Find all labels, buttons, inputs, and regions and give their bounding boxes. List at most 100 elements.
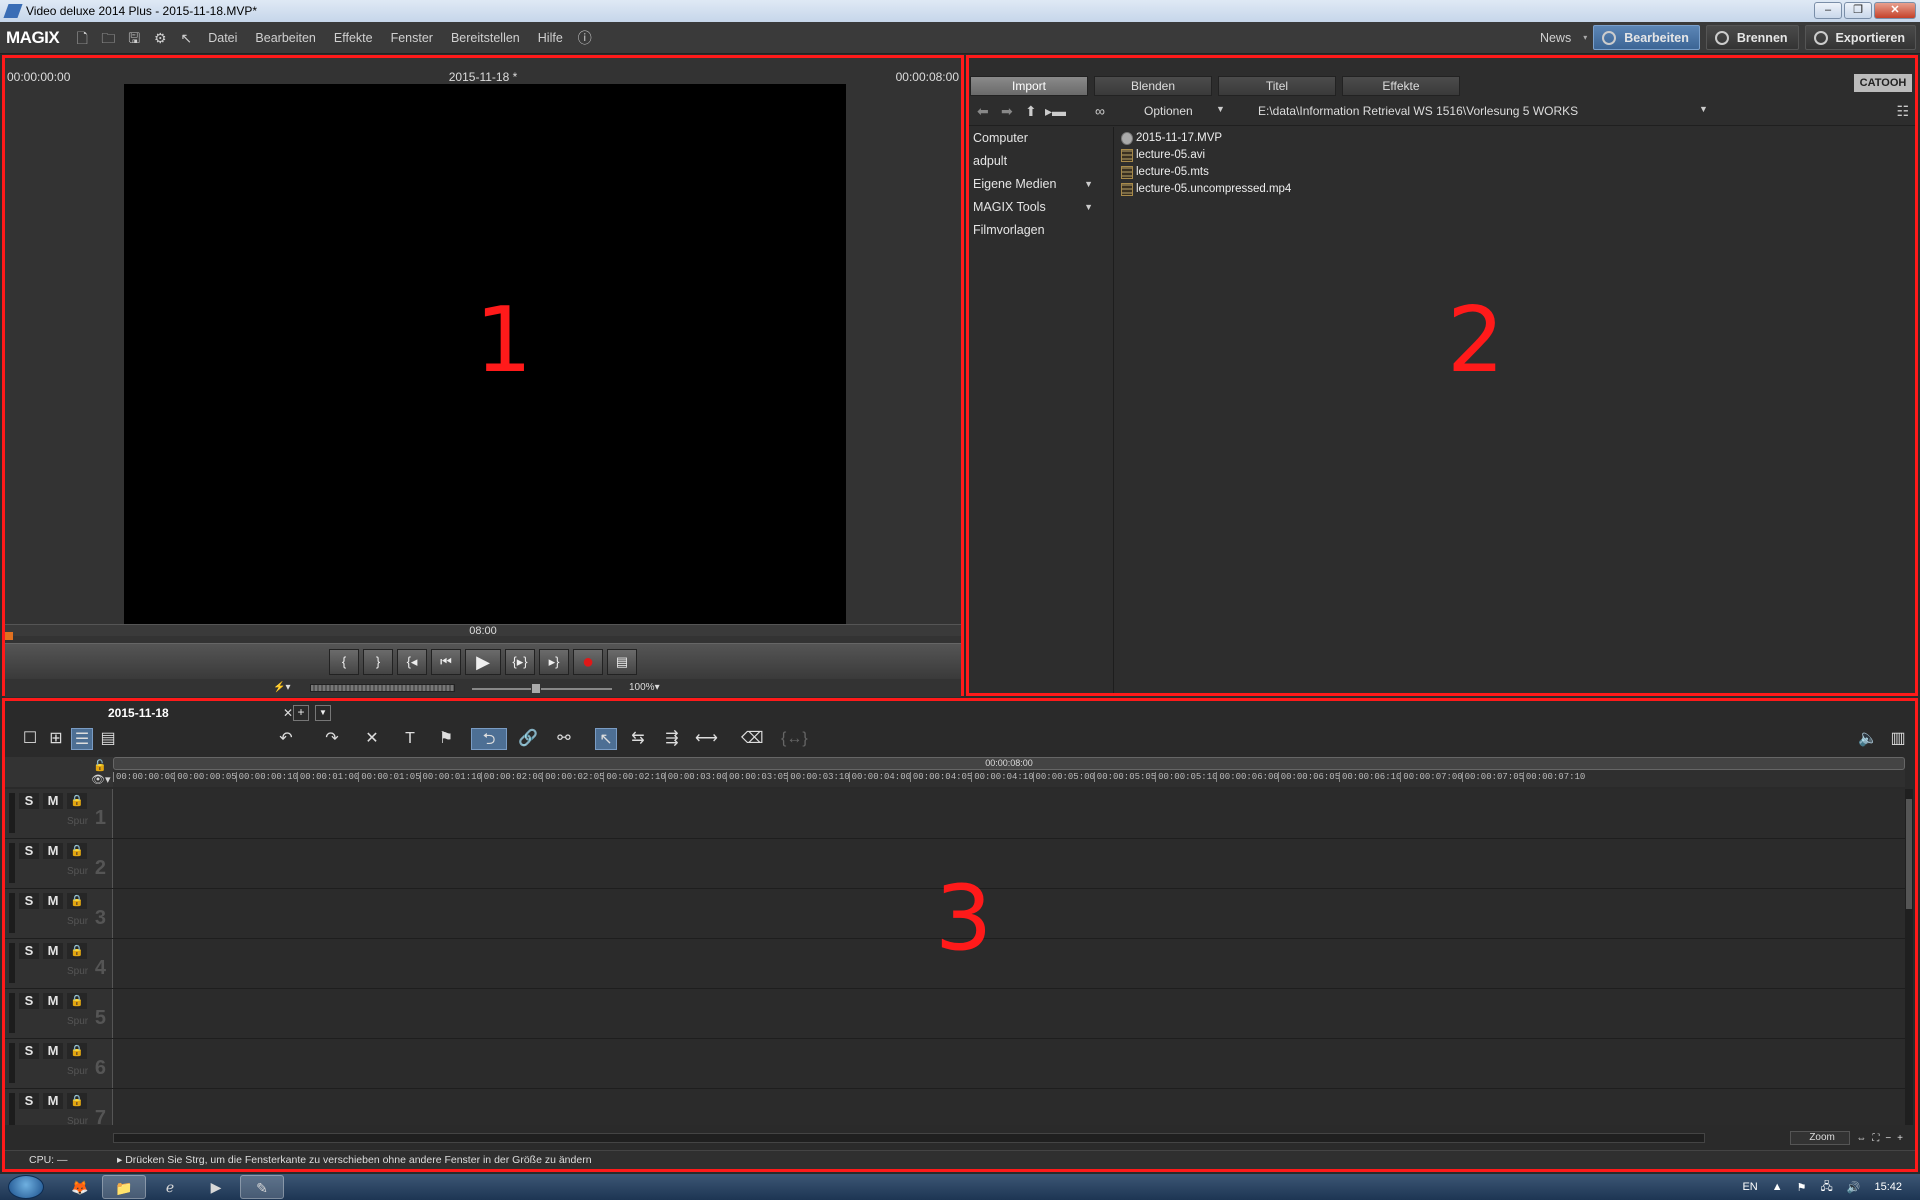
lock-icon[interactable]: 🔒 [67,993,87,1009]
redo-icon[interactable]: ↷ [321,728,343,750]
track-header[interactable]: S M 🔒 Spur 3 [5,889,113,938]
fit-width-icon[interactable]: ⇔ [1856,1133,1866,1144]
forward-arrow-icon[interactable]: ➡ [1001,103,1013,120]
mute-button[interactable]: M [43,843,63,859]
language-indicator[interactable]: EN [1742,1181,1757,1193]
mute-button[interactable]: M [43,793,63,809]
path-dropdown-icon[interactable]: ▼ [1699,104,1708,114]
mode-bearbeiten-button[interactable]: Bearbeiten [1593,25,1700,50]
trim-mode-icon[interactable]: ⇆ [627,728,649,750]
scroll-thumb[interactable] [1906,799,1912,909]
mode-brennen-button[interactable]: Brennen [1705,25,1799,50]
news-dropdown-icon[interactable]: ▾ [1583,33,1587,42]
magix-app-icon[interactable]: ✎ [240,1175,284,1199]
clock[interactable]: 15:42 [1874,1181,1902,1193]
solo-button[interactable]: S [19,793,39,809]
mute-button[interactable]: M [43,993,63,1009]
track-lane[interactable] [113,1039,1905,1088]
zoom-slider-thumb[interactable] [531,683,541,694]
expand-arrow-icon[interactable]: ▼ [1084,173,1093,196]
list-item[interactable]: lecture-05.mts [1119,164,1915,181]
tab-titel[interactable]: Titel [1218,76,1336,96]
playback-mode-icon[interactable]: ⚡▾ [273,682,290,693]
expand-arrow-icon[interactable]: ▼ [1084,196,1093,219]
mute-button[interactable]: M [43,943,63,959]
multitrim-icon[interactable]: ⇶ [661,728,683,750]
eraser-icon[interactable]: ⌫ [741,728,764,750]
info-icon[interactable]: ⓘ [576,29,594,47]
maximize-button[interactable]: ❐ [1844,2,1872,19]
tab-menu-icon[interactable]: ▼ [315,705,331,721]
single-view-icon[interactable]: ☐ [19,728,41,750]
fit-all-icon[interactable]: ⛶ [1872,1133,1879,1144]
solo-button[interactable]: S [19,993,39,1009]
track-lane[interactable] [113,939,1905,988]
zoom-slider[interactable] [472,688,612,690]
lock-icon[interactable]: 🔒 [67,1093,87,1109]
record-button[interactable]: ● [573,649,603,675]
new-file-icon[interactable]: 🗋 [73,29,91,47]
binoculars-icon[interactable]: ∞ [1095,103,1105,119]
start-button[interactable] [8,1175,44,1199]
zoom-value[interactable]: 100%▾ [629,682,660,693]
volume-meter[interactable] [310,684,455,692]
track-header[interactable]: S M 🔒 Spur 7 [5,1089,113,1125]
zoom-dropdown[interactable]: Zoom [1790,1131,1851,1145]
track-lane[interactable] [113,839,1905,888]
tray-expand-icon[interactable]: ▲ [1772,1181,1783,1193]
solo-button[interactable]: S [19,943,39,959]
tab-import[interactable]: Import [970,76,1088,96]
lock-icon[interactable]: 🔒 [67,793,87,809]
close-tab-icon[interactable]: ✕ [283,703,293,723]
list-item[interactable]: 2015-11-17.MVP [1119,130,1915,147]
scene-overview-icon[interactable]: ▤ [97,728,119,750]
eye-icon[interactable]: 👁▾ [91,773,111,786]
track-header[interactable]: S M 🔒 Spur 5 [5,989,113,1038]
news-link[interactable]: News [1534,31,1577,45]
text-icon[interactable]: T [399,728,421,750]
add-tab-button[interactable]: + [293,705,309,721]
track-header[interactable]: S M 🔒 Spur 4 [5,939,113,988]
back-arrow-icon[interactable]: ⬅ [977,103,989,120]
media-player-icon[interactable]: ▶ [194,1175,238,1199]
timeline-view-icon[interactable]: ☰ [71,728,93,750]
go-to-in-button[interactable]: {◂ [397,649,427,675]
link-icon[interactable]: 🔗 [517,728,539,750]
range-icon[interactable]: {↔} [781,728,808,750]
go-to-start-button[interactable]: ⏮ [431,649,461,675]
mute-button[interactable]: M [43,893,63,909]
menu-hilfe[interactable]: Hilfe [529,31,572,45]
horizontal-scrollbar[interactable] [113,1133,1705,1143]
lock-icon[interactable]: 🔒 [67,943,87,959]
mode-exportieren-button[interactable]: Exportieren [1804,25,1916,50]
volume-icon[interactable]: 🔊 [1847,1181,1861,1194]
up-folder-icon[interactable]: ⬆ [1025,103,1037,120]
mixer-icon[interactable]: ▥ [1887,728,1909,750]
tree-item-computer[interactable]: Computer [969,127,1113,150]
mute-button[interactable]: M [43,1093,63,1109]
folder-icon[interactable]: ▸▬ [1045,103,1066,120]
menu-fenster[interactable]: Fenster [382,31,442,45]
ie-icon[interactable]: ℯ [148,1175,192,1199]
total-duration-bar[interactable]: 00:00:08:00 [113,757,1905,770]
pointer-icon[interactable]: ↖ [595,728,617,750]
mark-in-button[interactable]: { [329,649,359,675]
network-icon[interactable]: 🖧 [1821,1178,1833,1197]
go-to-out-button[interactable]: ▸} [539,649,569,675]
solo-button[interactable]: S [19,1043,39,1059]
save-icon[interactable]: 🖫 [125,29,143,47]
firefox-icon[interactable]: 🦊 [58,1175,102,1199]
menu-bearbeiten[interactable]: Bearbeiten [246,31,324,45]
storyboard-view-icon[interactable]: ⊞ [45,728,67,750]
close-button[interactable]: ✕ [1874,2,1916,19]
ripple-icon[interactable]: ⮌ [471,728,507,750]
track-header[interactable]: S M 🔒 Spur 6 [5,1039,113,1088]
track-lane[interactable] [113,789,1905,838]
project-tab[interactable]: 2015-11-18 ✕ [85,703,293,723]
marker-flag-icon[interactable]: ⚑ [435,728,457,750]
lock-icon[interactable]: 🔒 [67,893,87,909]
chevron-down-icon[interactable]: ▼ [1216,104,1225,114]
catooh-logo[interactable]: CATOOH [1854,74,1912,92]
track-header[interactable]: S M 🔒 Spur 2 [5,839,113,888]
delete-icon[interactable]: ✕ [361,728,383,750]
